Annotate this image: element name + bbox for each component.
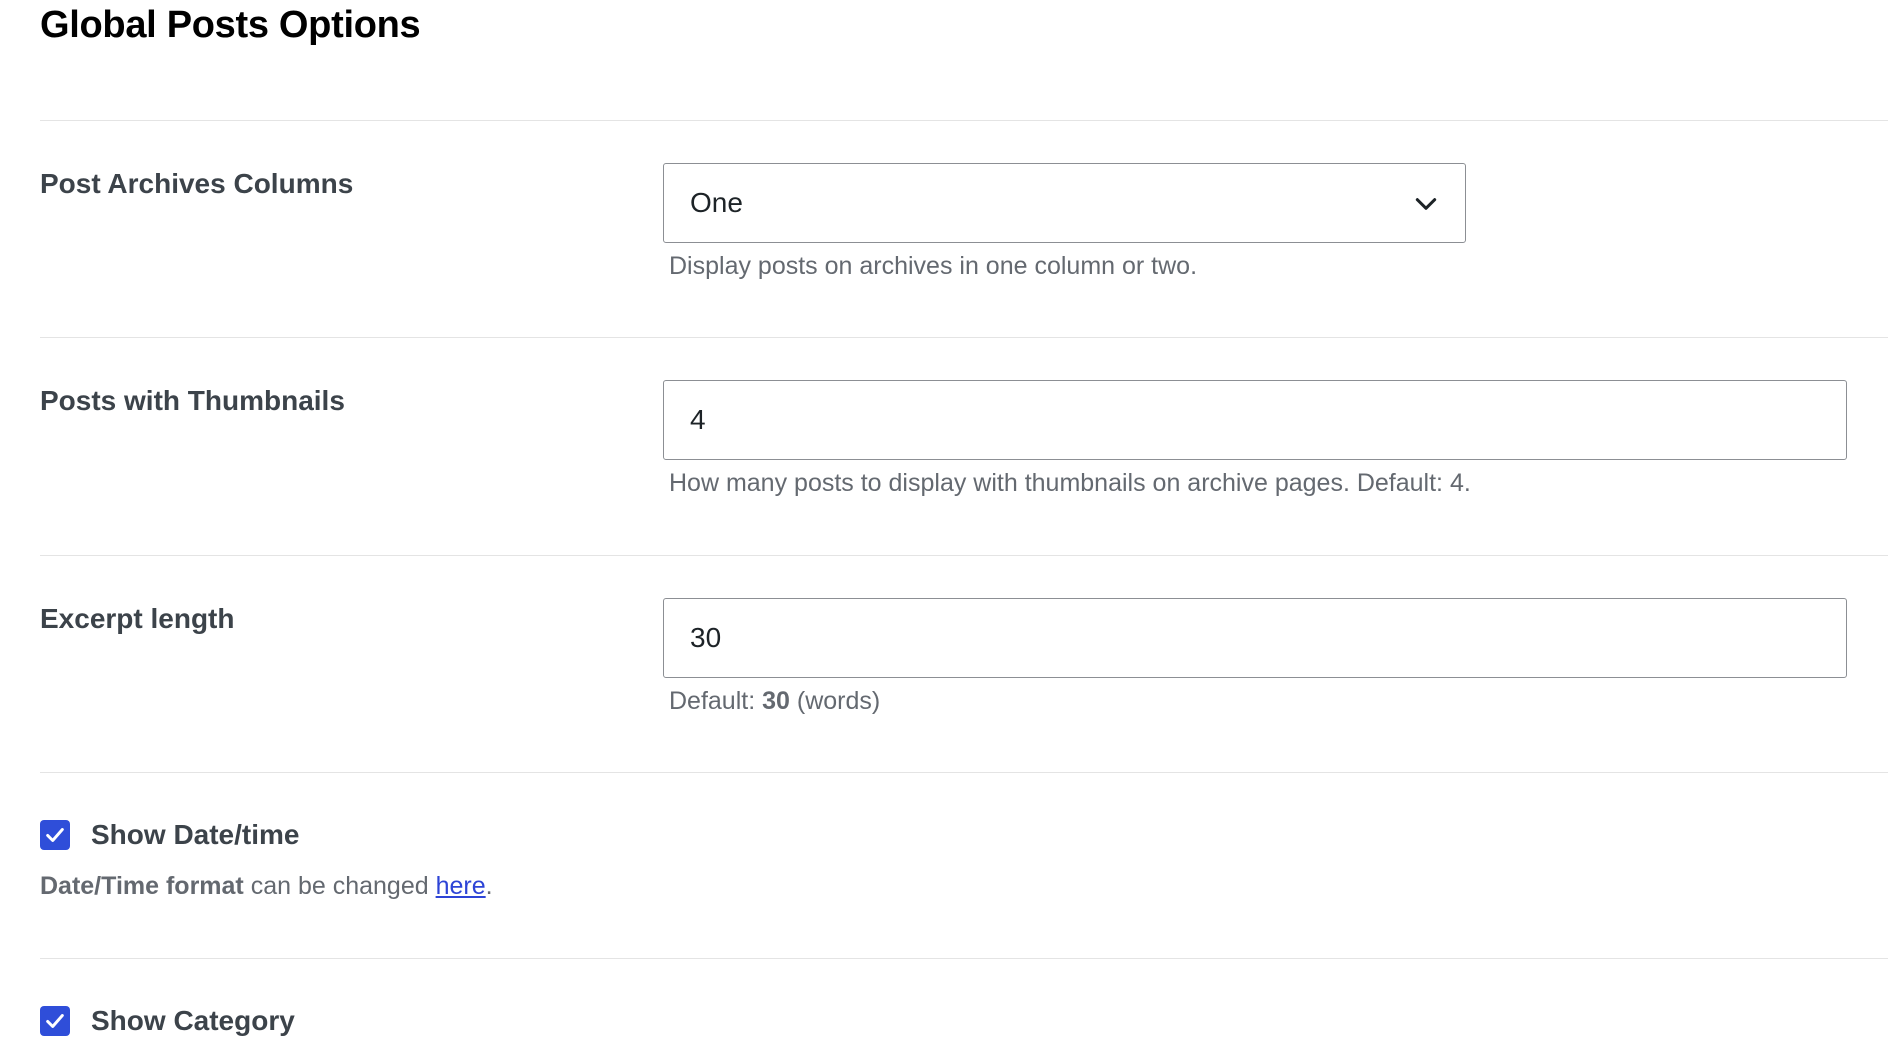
excerpt-length-input[interactable]: 30	[663, 598, 1847, 678]
section-divider	[40, 958, 1888, 959]
excerpt-help-suffix: (words)	[796, 687, 881, 715]
posts-with-thumbnails-help: How many posts to display with thumbnail…	[669, 469, 1471, 497]
excerpt-help-default-value: 30	[762, 687, 790, 715]
show-datetime-label: Show Date/time	[91, 819, 300, 850]
section-divider	[40, 772, 1888, 773]
post-archives-columns-label: Post Archives Columns	[40, 168, 354, 199]
section-divider	[40, 555, 1888, 556]
posts-with-thumbnails-input[interactable]: 4	[663, 380, 1847, 460]
excerpt-length-label: Excerpt length	[40, 603, 235, 634]
show-category-checkbox[interactable]	[40, 1006, 70, 1036]
section-divider	[40, 120, 1888, 121]
checkmark-icon	[46, 828, 64, 842]
datetime-format-note: Date/Time format can be changed here.	[40, 871, 493, 901]
datetime-format-end: .	[485, 872, 493, 900]
show-datetime-checkbox[interactable]	[40, 820, 70, 850]
datetime-format-text: can be changed	[250, 872, 429, 900]
section-divider	[40, 337, 1888, 338]
show-category-label: Show Category	[91, 1005, 295, 1036]
page-title: Global Posts Options	[40, 4, 421, 46]
excerpt-length-help: Default: 30 (words)	[669, 686, 880, 716]
post-archives-columns-select[interactable]: One	[663, 163, 1466, 243]
select-value: One	[690, 187, 743, 218]
checkmark-icon	[46, 1014, 64, 1028]
posts-with-thumbnails-label: Posts with Thumbnails	[40, 385, 345, 416]
post-archives-columns-help: Display posts on archives in one column …	[669, 252, 1198, 280]
datetime-format-bold: Date/Time format	[40, 872, 244, 900]
datetime-format-link[interactable]: here	[436, 872, 486, 900]
excerpt-help-prefix: Default:	[669, 687, 756, 715]
chevron-down-icon	[1415, 198, 1437, 210]
